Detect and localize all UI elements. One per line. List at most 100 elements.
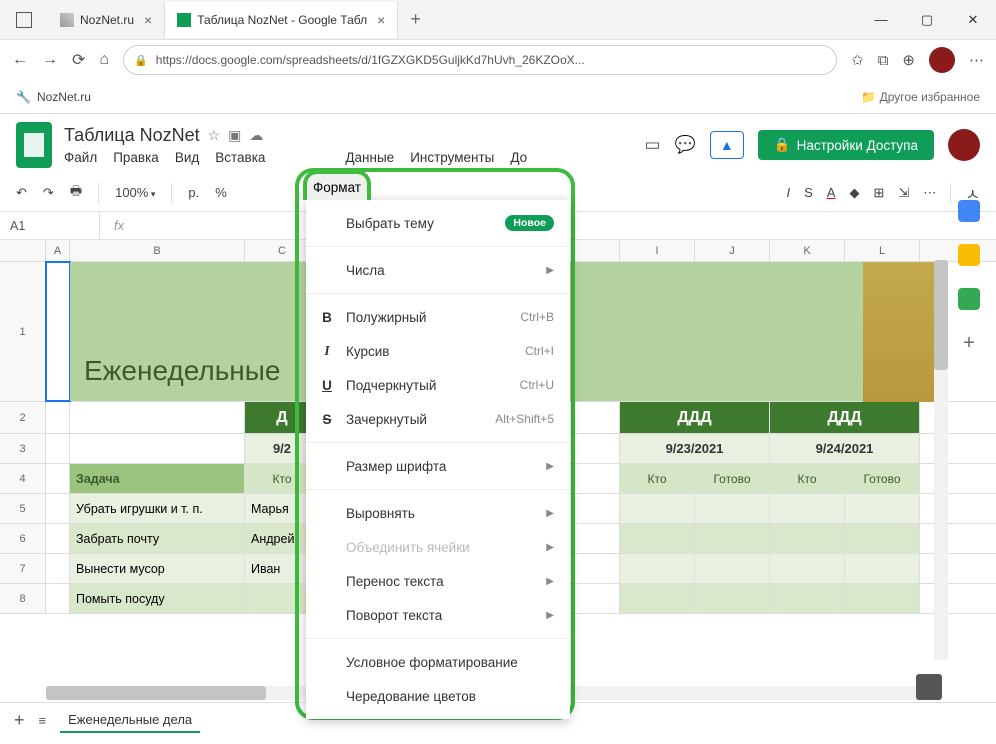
cell[interactable] — [695, 494, 770, 523]
cell[interactable] — [695, 524, 770, 553]
cell[interactable] — [46, 434, 70, 463]
menu-item-italic[interactable]: IКурсивCtrl+I — [306, 334, 570, 368]
italic-button[interactable]: I — [786, 185, 790, 200]
vertical-scrollbar[interactable] — [934, 260, 948, 660]
row-header[interactable]: 7 — [0, 554, 46, 583]
undo-button[interactable]: ↶ — [16, 185, 27, 201]
cell-a1[interactable] — [46, 262, 70, 401]
menu-tools[interactable]: Инструменты — [410, 150, 494, 165]
col-header[interactable]: J — [695, 240, 770, 261]
star-icon[interactable]: ☆ — [208, 127, 221, 144]
fillcolor-icon[interactable]: ◆ — [849, 185, 859, 201]
home-button[interactable]: ⌂ — [99, 51, 109, 69]
cell[interactable] — [845, 494, 920, 523]
cell[interactable] — [620, 524, 695, 553]
who-header[interactable]: Кто — [620, 464, 695, 493]
redo-button[interactable]: ↷ — [43, 185, 54, 201]
day-header[interactable]: ДДД — [620, 402, 770, 433]
cell[interactable] — [695, 584, 770, 613]
row-header[interactable]: 8 — [0, 584, 46, 613]
row-header[interactable]: 5 — [0, 494, 46, 523]
keep-icon[interactable] — [958, 244, 980, 266]
doc-title[interactable]: Таблица NozNet — [64, 125, 200, 146]
menu-item-fontsize[interactable]: Размер шрифта▶ — [306, 449, 570, 483]
share-button[interactable]: 🔒 Настройки Доступа — [758, 130, 934, 160]
menu-item-underline[interactable]: UПодчеркнутыйCtrl+U — [306, 368, 570, 402]
who-header[interactable]: Кто — [770, 464, 845, 493]
menu-data[interactable]: Данные — [345, 150, 394, 165]
sheets-logo-icon[interactable] — [16, 122, 52, 168]
cell[interactable] — [770, 494, 845, 523]
minimize-button[interactable]: ― — [858, 0, 904, 40]
bookmark-link[interactable]: NozNet.ru — [37, 90, 91, 104]
task-cell[interactable]: Убрать игрушки и т. п. — [70, 494, 245, 523]
menu-insert[interactable]: Вставка — [215, 150, 265, 165]
row-header[interactable]: 1 — [0, 262, 46, 401]
newtab-button[interactable]: + — [398, 9, 433, 30]
cell[interactable] — [770, 584, 845, 613]
row-header[interactable]: 6 — [0, 524, 46, 553]
cell[interactable] — [845, 554, 920, 583]
close-icon[interactable]: × — [377, 12, 385, 28]
task-cell[interactable]: Вынести мусор — [70, 554, 245, 583]
cell[interactable] — [70, 402, 245, 433]
menu-item-wrap[interactable]: Перенос текста▶ — [306, 564, 570, 598]
date-header[interactable]: 9/24/2021 — [770, 434, 920, 463]
collections-icon[interactable]: ⊕ — [902, 51, 915, 69]
select-all-corner[interactable] — [0, 240, 46, 261]
history-icon[interactable]: ▭ — [645, 135, 661, 155]
menu-file[interactable]: Файл — [64, 150, 97, 165]
menu-item-conditional[interactable]: Условное форматирование — [306, 645, 570, 679]
borders-icon[interactable]: ⊞ — [873, 185, 884, 201]
cell[interactable] — [46, 494, 70, 523]
back-button[interactable]: ← — [12, 51, 28, 69]
other-bookmarks[interactable]: Другое избранное — [861, 90, 980, 104]
row-header[interactable]: 2 — [0, 402, 46, 433]
more-icon[interactable]: ⋯ — [923, 185, 936, 201]
menu-edit[interactable]: Правка — [113, 150, 159, 165]
cloud-icon[interactable]: ☁ — [249, 127, 263, 144]
strike-button[interactable]: S — [804, 185, 813, 200]
menu-item-alternating[interactable]: Чередование цветов — [306, 679, 570, 713]
url-field[interactable]: 🔒 https://docs.google.com/spreadsheets/d… — [123, 45, 837, 75]
col-header[interactable]: K — [770, 240, 845, 261]
date-header[interactable]: 9/23/2021 — [620, 434, 770, 463]
done-header[interactable]: Готово — [845, 464, 920, 493]
favorite-button[interactable]: ✩ — [851, 51, 864, 69]
cell[interactable] — [770, 524, 845, 553]
tasks-icon[interactable] — [958, 288, 980, 310]
all-sheets-button[interactable]: ≡ — [39, 713, 47, 728]
cell[interactable] — [695, 554, 770, 583]
menu-item-bold[interactable]: BПолужирныйCtrl+B — [306, 300, 570, 334]
move-icon[interactable]: ▣ — [228, 127, 241, 144]
currency-button[interactable]: р. — [188, 185, 199, 200]
percent-button[interactable]: % — [215, 185, 227, 200]
merge-icon[interactable]: ⇲ — [898, 185, 909, 201]
menu-view[interactable]: Вид — [175, 150, 199, 165]
cell[interactable] — [770, 554, 845, 583]
task-header[interactable]: Задача — [70, 464, 245, 493]
tracking-icon[interactable]: ⧉ — [878, 52, 889, 69]
print-button[interactable]: 🖶 — [70, 182, 82, 204]
profile-avatar[interactable] — [929, 47, 955, 73]
menu-item-strike[interactable]: SЗачеркнутыйAlt+Shift+5 — [306, 402, 570, 436]
account-avatar[interactable] — [948, 129, 980, 161]
close-icon[interactable]: × — [144, 12, 152, 28]
menu-item-rotate[interactable]: Поворот текста▶ — [306, 598, 570, 632]
cell[interactable] — [620, 584, 695, 613]
explore-button[interactable] — [916, 674, 942, 700]
comments-icon[interactable]: 💬 — [675, 135, 696, 155]
col-header[interactable]: L — [845, 240, 920, 261]
cell[interactable] — [46, 554, 70, 583]
forward-button[interactable]: → — [42, 51, 58, 69]
present-button[interactable]: ▲ — [710, 131, 744, 159]
task-cell[interactable]: Забрать почту — [70, 524, 245, 553]
cell[interactable] — [845, 524, 920, 553]
maximize-button[interactable]: ▢ — [904, 0, 950, 40]
name-box[interactable]: A1 — [0, 212, 100, 239]
add-addon-icon[interactable]: + — [958, 332, 980, 354]
col-header[interactable]: A — [46, 240, 70, 261]
cell[interactable] — [620, 554, 695, 583]
row-header[interactable]: 4 — [0, 464, 46, 493]
menu-addons[interactable]: До — [510, 150, 527, 165]
